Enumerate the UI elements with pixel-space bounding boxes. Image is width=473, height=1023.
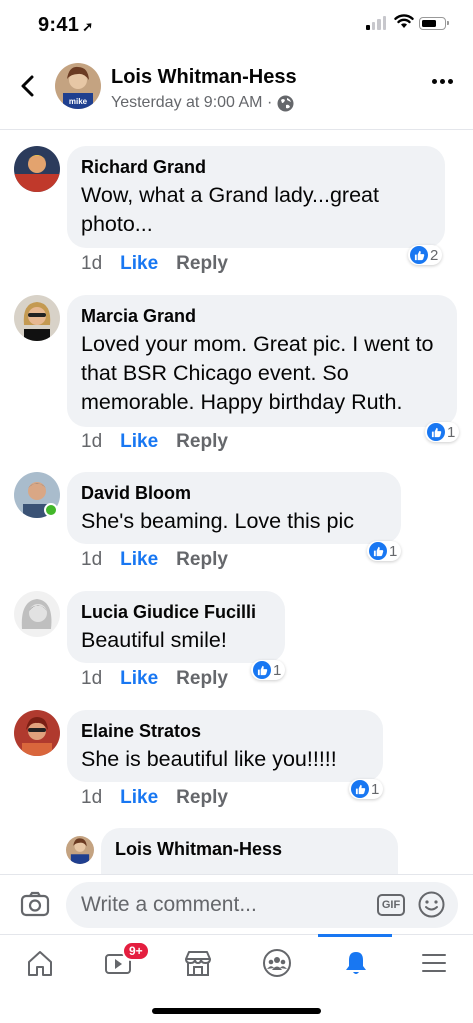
groups-icon — [262, 949, 291, 977]
comment-author[interactable]: David Bloom — [81, 482, 387, 504]
comment-time: 1d — [81, 787, 103, 808]
reaction-number: 2 — [430, 246, 439, 264]
post-meta: Yesterday at 9:00 AM · — [111, 94, 294, 112]
comment-actions: 1d Like Reply — [81, 253, 228, 275]
comment-author[interactable]: Marcia Grand — [81, 305, 443, 327]
thumbs-up-icon — [253, 661, 271, 679]
comment-time: 1d — [81, 431, 103, 452]
reply-button[interactable]: Reply — [176, 253, 228, 275]
reaction-number: 1 — [371, 780, 380, 798]
comment-text: Wow, what a Grand lady...great photo... — [81, 183, 379, 236]
status-bar: 9:41 ➚ — [0, 0, 473, 48]
like-button[interactable]: Like — [120, 431, 158, 453]
wifi-icon — [394, 14, 414, 28]
avatar[interactable] — [14, 591, 60, 637]
status-time: 9:41 ➚ — [38, 14, 94, 36]
tab-marketplace[interactable] — [158, 935, 237, 991]
emoji-icon[interactable] — [418, 891, 445, 918]
tab-home[interactable] — [0, 935, 79, 991]
avatar[interactable] — [14, 295, 60, 341]
reply-button[interactable]: Reply — [176, 668, 228, 690]
reaction-number: 1 — [447, 423, 456, 441]
reply-button[interactable]: Reply — [176, 549, 228, 571]
comment-time: 1d — [81, 253, 103, 274]
comment-actions: 1d Like Reply — [81, 668, 228, 690]
like-button[interactable]: Like — [120, 253, 158, 275]
globe-icon — [277, 95, 294, 111]
comment-text: She's beaming. Love this pic — [81, 509, 355, 533]
reaction-count[interactable]: 1 — [349, 779, 384, 799]
bell-icon — [345, 952, 366, 974]
home-icon — [27, 951, 52, 976]
reply-item: Lois Whitman-Hess — [0, 828, 473, 874]
post-header: mike Lois Whitman-Hess Yesterday at 9:00… — [0, 48, 473, 130]
home-indicator — [152, 1008, 321, 1014]
reaction-count[interactable]: 1 — [251, 660, 286, 680]
comment-text: Beautiful smile! — [81, 628, 227, 652]
comment-time: 1d — [81, 668, 103, 689]
more-options-button[interactable] — [432, 79, 453, 84]
comment-author[interactable]: Lucia Giudice Fucilli — [81, 601, 271, 623]
menu-icon — [421, 954, 446, 972]
comment-bubble: Lucia Giudice Fucilli Beautiful smile! — [67, 591, 285, 663]
comment-text: Loved your mom. Great pic. I went to tha… — [81, 332, 434, 414]
post-author-name[interactable]: Lois Whitman-Hess — [111, 66, 297, 89]
notification-badge: 9+ — [122, 941, 150, 961]
camera-icon[interactable] — [20, 891, 50, 917]
comment-actions: 1d Like Reply — [81, 549, 228, 571]
online-status-indicator — [44, 503, 58, 517]
comment-author[interactable]: Elaine Stratos — [81, 720, 369, 742]
comment-text: She is beautiful like you!!!!! — [81, 747, 337, 771]
post-timestamp: Yesterday at 9:00 AM · — [111, 94, 273, 111]
tab-notifications[interactable] — [316, 935, 395, 991]
comment-bubble: Elaine Stratos She is beautiful like you… — [67, 710, 383, 782]
tab-groups[interactable] — [237, 935, 316, 991]
avatar[interactable]: mike — [55, 63, 101, 109]
thumbs-up-icon — [427, 423, 445, 441]
marketplace-icon — [184, 951, 211, 976]
thumbs-up-icon — [369, 542, 387, 560]
reply-button[interactable]: Reply — [176, 787, 228, 809]
signal-icon — [366, 16, 386, 30]
reaction-number: 1 — [389, 542, 398, 560]
comment-bubble: David Bloom She's beaming. Love this pic — [67, 472, 401, 544]
reaction-count[interactable]: 2 — [408, 245, 443, 265]
back-button[interactable] — [14, 72, 42, 100]
comment-actions: 1d Like Reply — [81, 431, 228, 453]
battery-icon — [419, 17, 449, 30]
comment-author[interactable]: Lois Whitman-Hess — [115, 838, 384, 860]
avatar-logo-text: mike — [69, 97, 88, 106]
comment-time: 1d — [81, 549, 103, 570]
like-button[interactable]: Like — [120, 787, 158, 809]
reply-button[interactable]: Reply — [176, 431, 228, 453]
reaction-count[interactable]: 1 — [367, 541, 402, 561]
comment-actions: 1d Like Reply — [81, 787, 228, 809]
comment-bubble: Richard Grand Wow, what a Grand lady...g… — [67, 146, 445, 248]
comment-composer: Write a comment... GIF — [0, 874, 473, 934]
reaction-count[interactable]: 1 — [425, 422, 460, 442]
gif-button[interactable]: GIF — [377, 894, 405, 916]
tab-menu[interactable] — [394, 935, 473, 991]
avatar[interactable] — [14, 710, 60, 756]
avatar[interactable] — [14, 146, 60, 192]
bottom-tab-bar: 9+ — [0, 934, 473, 990]
like-button[interactable]: Like — [120, 668, 158, 690]
thumbs-up-icon — [410, 246, 428, 264]
comment-author[interactable]: Richard Grand — [81, 156, 431, 178]
comment-bubble: Marcia Grand Loved your mom. Great pic. … — [67, 295, 457, 427]
like-button[interactable]: Like — [120, 549, 158, 571]
avatar[interactable] — [66, 836, 94, 864]
reaction-number: 1 — [273, 661, 282, 679]
thumbs-up-icon — [351, 780, 369, 798]
comment-bubble: Lois Whitman-Hess — [101, 828, 398, 874]
